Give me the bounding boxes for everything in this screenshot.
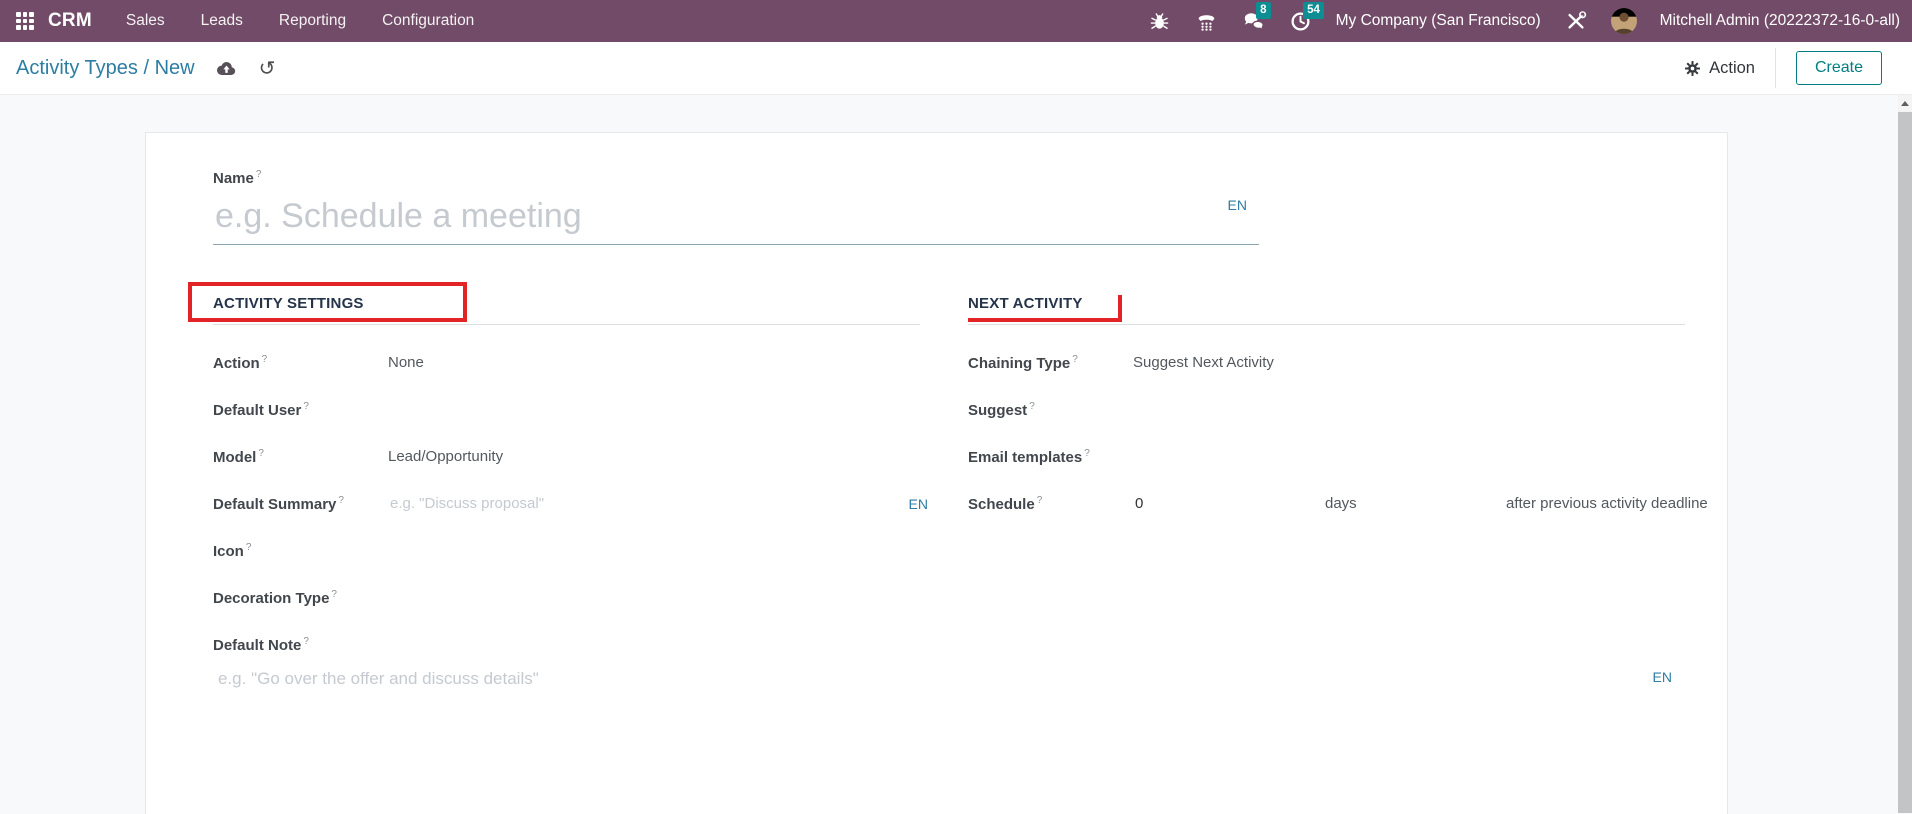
messages-icon[interactable]: 8 xyxy=(1242,9,1266,33)
company-switcher[interactable]: My Company (San Francisco) xyxy=(1336,12,1541,30)
suggest-label: Suggest? xyxy=(968,401,1133,419)
main-content: Name? EN ACTIVITY SETTINGS Action? None … xyxy=(0,95,1912,813)
messages-count-badge[interactable]: 8 xyxy=(1256,2,1271,19)
help-marker: ? xyxy=(338,495,344,506)
default-note-field-row: Default Note? xyxy=(213,625,920,665)
default-summary-label: Default Summary? xyxy=(213,495,388,513)
user-avatar[interactable] xyxy=(1611,8,1637,34)
help-marker: ? xyxy=(303,636,309,647)
navbar-systray: 8 54 My Company (San Francisco) xyxy=(1148,8,1904,34)
model-field-row: Model? Lead/Opportunity xyxy=(213,433,920,480)
activities-clock-icon[interactable]: 54 xyxy=(1289,9,1313,33)
schedule-field-row: Schedule? days after previous activity d… xyxy=(968,480,1729,527)
model-label: Model? xyxy=(213,448,388,466)
menu-leads[interactable]: Leads xyxy=(201,12,243,30)
control-panel: Activity Types / New ↺ xyxy=(0,42,1912,95)
default-user-field-row: Default User? xyxy=(213,386,920,433)
help-marker: ? xyxy=(1029,401,1035,412)
scrollbar-thumb[interactable] xyxy=(1898,112,1912,813)
email-templates-field-row: Email templates? xyxy=(968,433,1729,480)
chaining-type-label: Chaining Type? xyxy=(968,354,1133,372)
menu-reporting[interactable]: Reporting xyxy=(279,12,346,30)
name-lang-badge[interactable]: EN xyxy=(1228,197,1247,213)
chaining-type-field-row: Chaining Type? Suggest Next Activity xyxy=(968,339,1729,386)
default-user-label: Default User? xyxy=(213,401,388,419)
gear-icon xyxy=(1684,60,1701,77)
model-value[interactable]: Lead/Opportunity xyxy=(388,448,503,465)
help-marker: ? xyxy=(256,169,262,180)
icon-value[interactable] xyxy=(388,539,920,563)
activity-settings-column: ACTIVITY SETTINGS Action? None Default U… xyxy=(213,295,920,665)
schedule-delay-from-select[interactable]: after previous activity deadline xyxy=(1506,495,1729,512)
create-button[interactable]: Create xyxy=(1796,51,1882,85)
decoration-type-value[interactable] xyxy=(388,586,920,610)
email-templates-value[interactable] xyxy=(1133,445,1729,469)
divider xyxy=(1775,48,1776,88)
help-marker: ? xyxy=(1084,448,1090,459)
icon-field-row: Icon? xyxy=(213,527,920,574)
email-templates-label: Email templates? xyxy=(968,448,1133,466)
main-menu: Sales Leads Reporting Configuration xyxy=(126,12,474,30)
next-activity-section-header: NEXT ACTIVITY xyxy=(968,295,1685,325)
default-summary-field-row: Default Summary? EN xyxy=(213,480,920,527)
scrollbar-up-arrow-icon[interactable] xyxy=(1898,95,1912,111)
help-marker: ? xyxy=(258,448,264,459)
help-marker: ? xyxy=(1037,495,1043,506)
next-activity-column: NEXT ACTIVITY Chaining Type? Suggest Nex… xyxy=(968,295,1729,665)
bug-icon[interactable] xyxy=(1148,9,1172,33)
activity-settings-title: ACTIVITY SETTINGS xyxy=(213,295,364,312)
help-marker: ? xyxy=(303,401,309,412)
action-menu-label: Action xyxy=(1709,59,1755,78)
help-marker: ? xyxy=(262,354,268,365)
activity-settings-section-header: ACTIVITY SETTINGS xyxy=(213,295,920,325)
help-marker: ? xyxy=(331,589,337,600)
save-cloud-icon[interactable] xyxy=(217,61,236,76)
schedule-label: Schedule? xyxy=(968,495,1133,513)
default-summary-input[interactable] xyxy=(388,494,909,513)
name-field-label: Name? xyxy=(213,169,1727,187)
user-menu[interactable]: Mitchell Admin (20222372-16-0-all) xyxy=(1660,12,1900,30)
breadcrumb[interactable]: Activity Types / New xyxy=(16,57,195,80)
action-field-row: Action? None xyxy=(213,339,920,386)
decoration-type-label: Decoration Type? xyxy=(213,589,388,607)
app-brand[interactable]: CRM xyxy=(48,10,92,32)
suggest-field-row: Suggest? xyxy=(968,386,1729,433)
next-activity-title: NEXT ACTIVITY xyxy=(968,295,1083,312)
default-note-input[interactable] xyxy=(213,667,1728,691)
suggest-value[interactable] xyxy=(1133,398,1729,422)
default-note-area: EN xyxy=(213,667,1728,691)
default-note-label: Default Note? xyxy=(213,636,309,654)
default-summary-lang-badge[interactable]: EN xyxy=(909,496,928,512)
action-value[interactable]: None xyxy=(388,354,424,371)
apps-menu-icon[interactable] xyxy=(16,12,34,30)
help-marker: ? xyxy=(246,542,252,553)
name-input[interactable] xyxy=(213,197,1259,245)
default-user-value[interactable] xyxy=(388,398,920,422)
activities-count-badge[interactable]: 54 xyxy=(1303,2,1325,19)
decoration-type-field-row: Decoration Type? xyxy=(213,574,920,621)
icon-label: Icon? xyxy=(213,542,388,560)
form-card: Name? EN ACTIVITY SETTINGS Action? None … xyxy=(145,132,1728,814)
help-marker: ? xyxy=(1072,354,1078,365)
discard-undo-icon[interactable]: ↺ xyxy=(259,58,276,78)
debug-tools-icon[interactable] xyxy=(1564,9,1588,33)
menu-sales[interactable]: Sales xyxy=(126,12,165,30)
schedule-number-input[interactable] xyxy=(1133,494,1325,513)
action-menu-button[interactable]: Action xyxy=(1684,59,1755,78)
action-label: Action? xyxy=(213,354,388,372)
top-navbar: CRM Sales Leads Reporting Configuration xyxy=(0,0,1912,42)
chaining-type-value[interactable]: Suggest Next Activity xyxy=(1133,354,1274,371)
schedule-unit-select[interactable]: days xyxy=(1325,495,1506,512)
vertical-scrollbar[interactable] xyxy=(1898,95,1912,813)
voip-phone-icon[interactable] xyxy=(1195,9,1219,33)
menu-configuration[interactable]: Configuration xyxy=(382,12,474,30)
default-note-lang-badge[interactable]: EN xyxy=(1653,669,1672,685)
